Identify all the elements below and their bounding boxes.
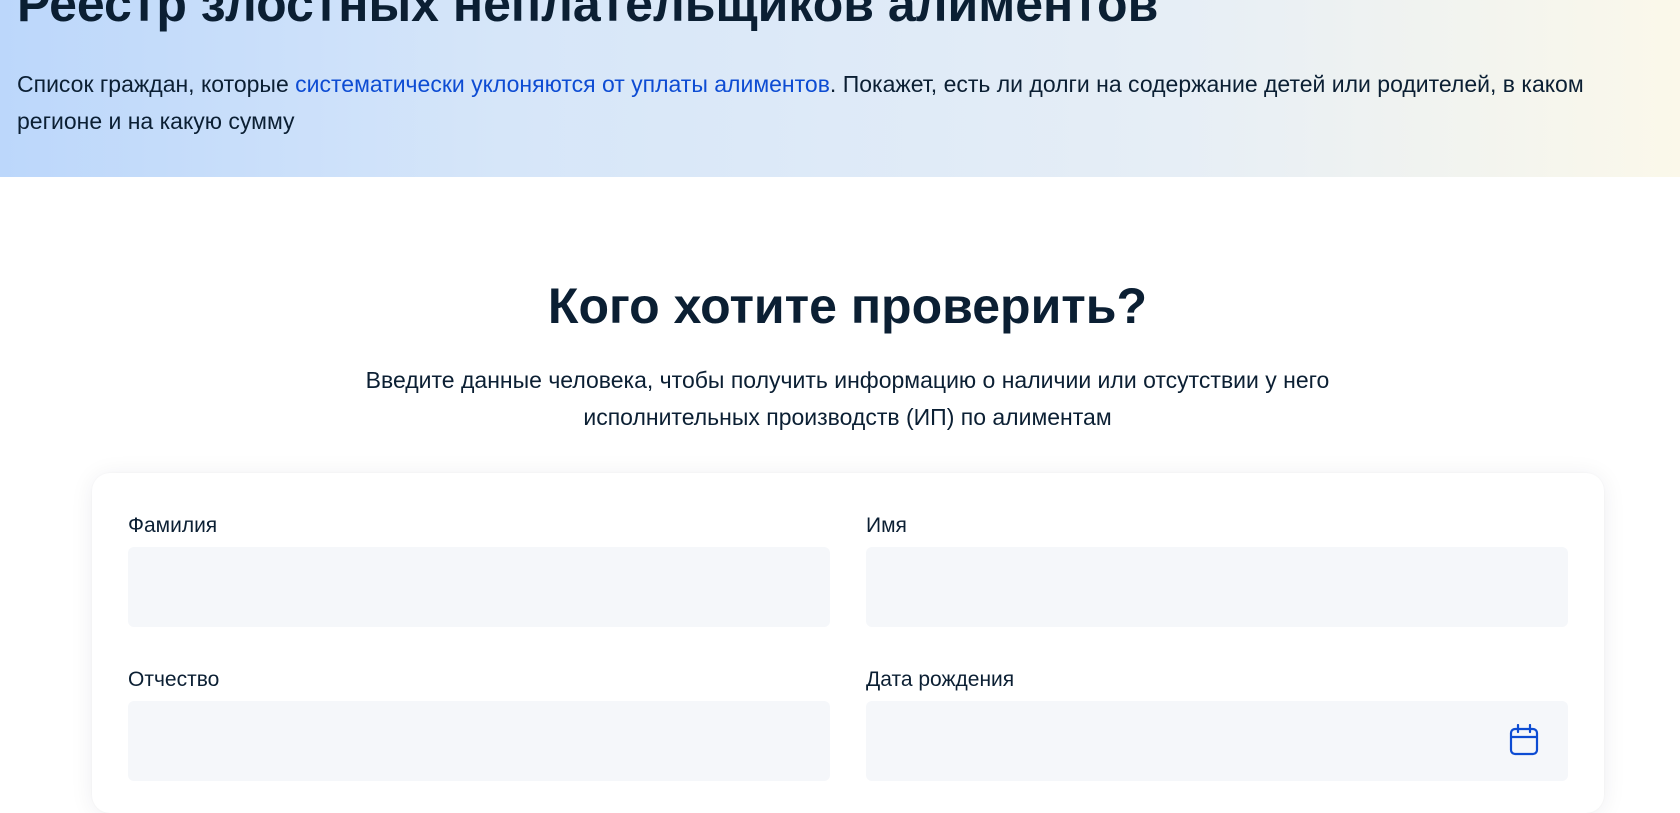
search-subtitle: Введите данные человека, чтобы получить …: [365, 367, 1330, 430]
middle-name-input[interactable]: [128, 701, 830, 781]
last-name-input[interactable]: [128, 547, 830, 627]
page-header: Реестр злостных неплательщиков алиментов…: [0, 0, 1680, 177]
last-name-label: Фамилия: [128, 514, 218, 537]
birth-date-input[interactable]: [866, 701, 1568, 781]
evasion-info-link[interactable]: систематически уклоняются от уплаты алим…: [295, 71, 830, 97]
page-title: Реестр злостных неплательщиков алиментов: [17, 0, 1159, 32]
birth-date-label: Дата рождения: [866, 668, 1015, 691]
calendar-icon[interactable]: [1509, 723, 1539, 756]
description-text: Список граждан, которые: [17, 71, 296, 97]
page-description: Список граждан, которые систематически у…: [17, 66, 1657, 140]
first-name-label: Имя: [866, 514, 907, 537]
search-title: Кого хотите проверить?: [547, 278, 1148, 334]
first-name-input[interactable]: [866, 547, 1568, 627]
middle-name-label: Отчество: [128, 668, 220, 691]
